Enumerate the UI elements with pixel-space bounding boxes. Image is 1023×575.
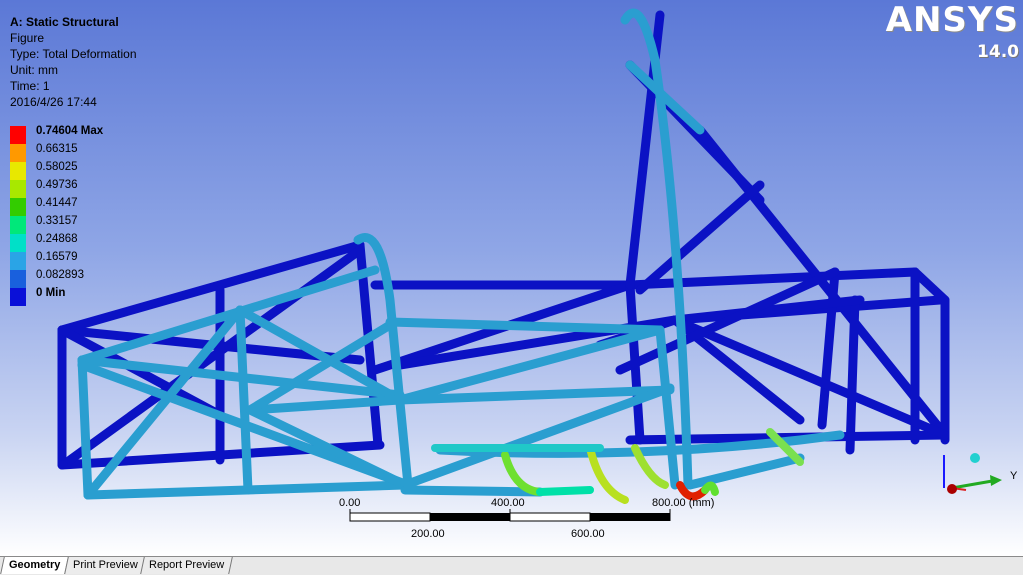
legend-swatch — [10, 144, 26, 162]
info-line: Type: Total Deformation — [10, 47, 137, 61]
result-info-block: A: Static Structural Figure Type: Total … — [10, 14, 137, 110]
scale-bar — [349, 509, 671, 522]
scale-label: 0.00 — [339, 497, 361, 509]
legend-swatch — [10, 252, 26, 270]
analysis-title: A: Static Structural — [10, 15, 119, 29]
tab-label: Report Preview — [149, 559, 225, 571]
view-tab-bar: Geometry Print Preview Report Preview — [0, 556, 1023, 575]
frame-model-3d[interactable] — [0, 0, 1023, 556]
scale-label: 800.00 (mm) — [652, 497, 715, 509]
ansys-logo: ANSYS — [885, 0, 1019, 40]
info-line: Figure — [10, 31, 45, 45]
legend-label: 0.74604 Max — [36, 125, 104, 137]
scale-label: 600.00 — [571, 528, 605, 540]
tab-report-preview[interactable]: Report Preview — [140, 557, 234, 574]
legend-label: 0.33157 — [36, 215, 78, 227]
tab-label: Geometry — [9, 559, 61, 571]
frame-members-low — [77, 8, 845, 500]
legend-swatch — [10, 162, 26, 180]
info-line: Time: 1 — [10, 79, 50, 93]
legend-swatch — [10, 288, 26, 306]
info-line: 2016/4/26 17:44 — [10, 95, 97, 109]
tab-label: Print Preview — [73, 559, 138, 571]
scale-label: 400.00 — [491, 497, 525, 509]
version-label: 14.0 — [977, 42, 1019, 62]
legend-swatch — [10, 126, 26, 144]
legend-label: 0.41447 — [36, 197, 78, 209]
legend-swatch — [10, 270, 26, 288]
axis-triad — [943, 453, 1002, 494]
graphics-viewport[interactable]: A: Static Structural Figure Type: Total … — [0, 0, 1023, 556]
tab-print-preview[interactable]: Print Preview — [64, 557, 147, 574]
tab-geometry[interactable]: Geometry — [0, 557, 70, 574]
legend-label: 0.49736 — [36, 179, 78, 191]
legend-label: 0.082893 — [36, 269, 84, 281]
legend-label: 0 Min — [36, 287, 66, 299]
legend-swatch — [10, 180, 26, 198]
legend-label: 0.66315 — [36, 143, 78, 155]
legend-swatch — [10, 234, 26, 252]
legend-label: 0.58025 — [36, 161, 78, 173]
info-line: Unit: mm — [10, 63, 58, 77]
scale-label: 200.00 — [411, 528, 445, 540]
legend-label: 0.16579 — [36, 251, 78, 263]
legend-swatch — [10, 216, 26, 234]
legend-label: 0.24868 — [36, 233, 78, 245]
legend-swatch — [10, 198, 26, 216]
triad-y-label: Y — [1010, 470, 1018, 482]
